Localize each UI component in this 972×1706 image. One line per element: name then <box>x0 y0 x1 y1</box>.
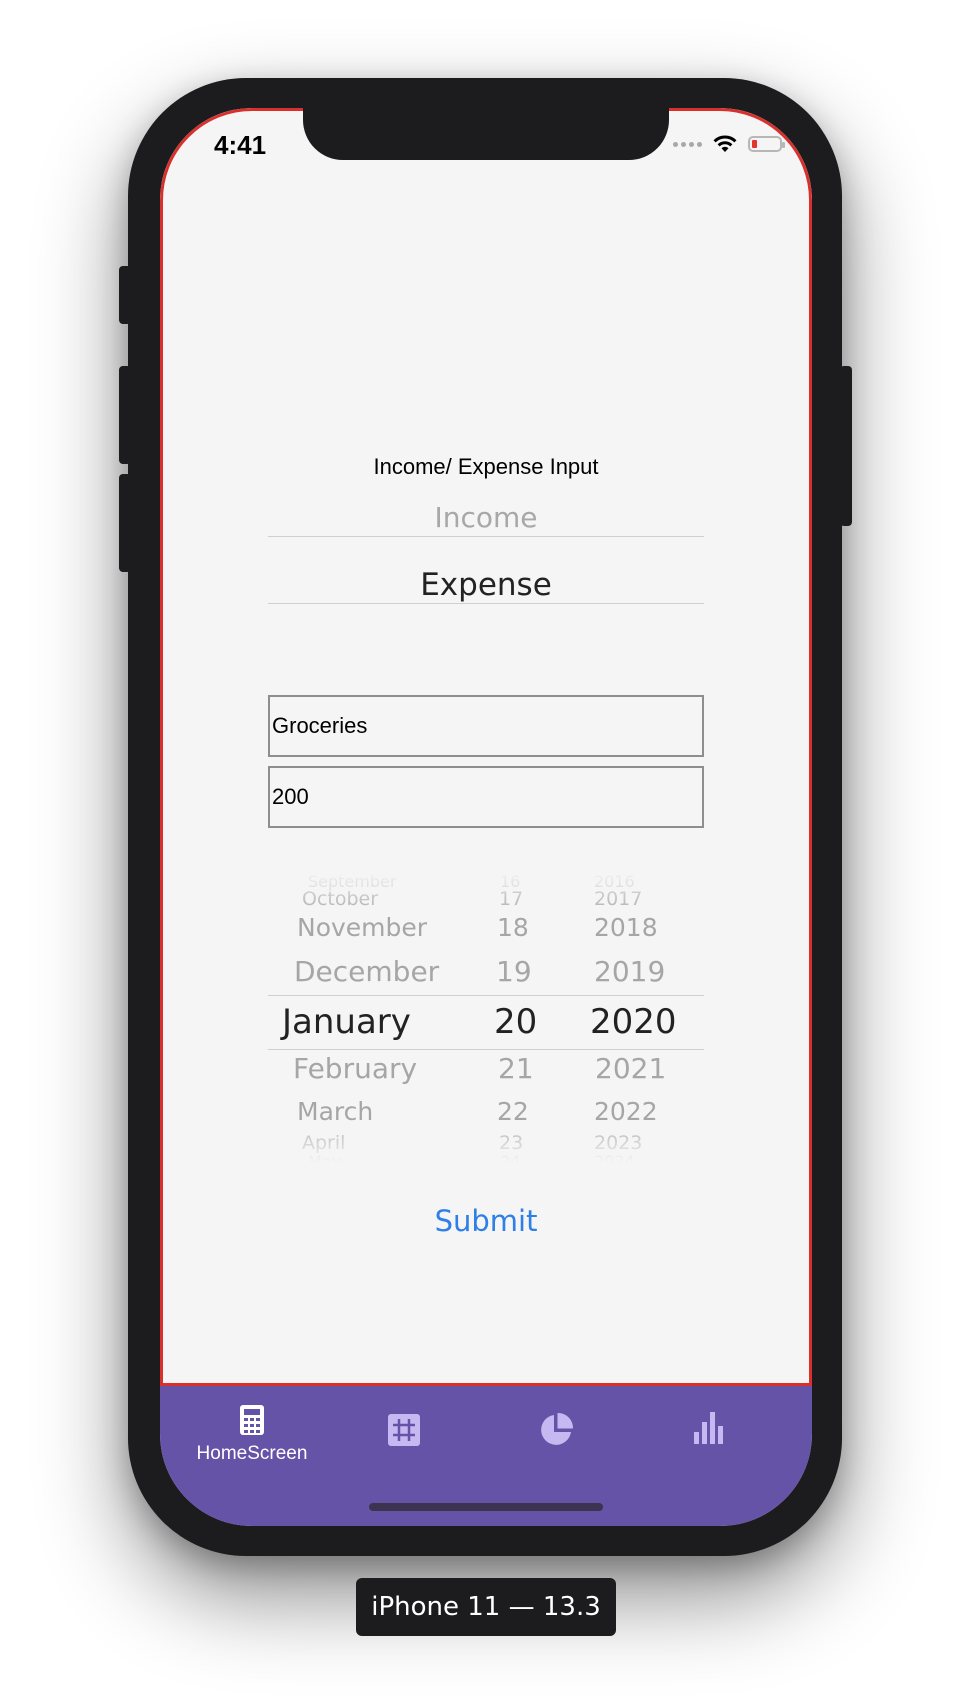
picker-year-item[interactable]: 2018 <box>594 913 658 942</box>
picker-day-item[interactable]: 21 <box>498 1052 534 1085</box>
picker-year-item[interactable]: 2017 <box>594 888 642 910</box>
picker-year-item[interactable]: 2023 <box>594 1132 642 1154</box>
tab-homescreen-label: HomeScreen <box>196 1443 308 1464</box>
picker-month-item[interactable]: December <box>294 955 439 988</box>
submit-button[interactable]: Submit <box>160 1204 812 1238</box>
picker-day-item[interactable]: 19 <box>496 955 532 988</box>
picker-month-item[interactable]: October <box>302 888 378 910</box>
home-indicator[interactable] <box>369 1503 603 1511</box>
status-time: 4:41 <box>214 130 267 160</box>
picker-day-item[interactable]: 22 <box>497 1097 529 1126</box>
tab-grid[interactable] <box>334 1414 474 1451</box>
cellular-signal-icon <box>673 141 702 147</box>
bar-chart-icon <box>694 1412 723 1444</box>
wifi-icon <box>713 135 737 152</box>
picker-year-item[interactable]: 2021 <box>595 1052 666 1085</box>
picker-selected-day[interactable]: 20 <box>494 1002 537 1042</box>
battery-icon <box>748 136 785 152</box>
picker-year-item[interactable]: 2019 <box>594 955 665 988</box>
picker-month-item[interactable]: April <box>302 1132 345 1154</box>
mute-switch <box>119 266 131 324</box>
picker-day-item[interactable]: 23 <box>499 1132 523 1154</box>
date-picker[interactable]: September 16 2016 October 17 2017 Novemb… <box>268 868 704 1164</box>
power-button <box>840 366 852 526</box>
picker-month-item[interactable]: March <box>297 1097 373 1126</box>
amount-input[interactable] <box>268 766 704 828</box>
tab-bar-chart[interactable] <box>638 1412 778 1451</box>
tab-homescreen[interactable]: HomeScreen <box>182 1404 322 1465</box>
form-title: Income/ Expense Input <box>373 454 599 479</box>
picker-selected-month[interactable]: January <box>282 1002 411 1042</box>
screen: 4:41 Income/ Expense Input Income Expens… <box>160 108 812 1526</box>
picker-day-item[interactable]: 17 <box>499 888 523 910</box>
volume-up-button <box>119 366 131 464</box>
picker-month-item[interactable]: November <box>297 913 427 942</box>
category-input[interactable] <box>268 695 704 757</box>
picker-month-item[interactable]: February <box>293 1052 417 1085</box>
volume-down-button <box>119 474 131 572</box>
notch <box>303 108 669 160</box>
grid-icon <box>388 1414 420 1446</box>
tab-pie-chart[interactable] <box>486 1412 626 1453</box>
pie-chart-icon <box>541 1412 574 1445</box>
type-option-expense[interactable]: Expense <box>268 554 704 616</box>
picker-day-item[interactable]: 24 <box>500 1152 520 1164</box>
picker-year-item[interactable]: 2024 <box>594 1152 635 1164</box>
picker-selection-line-top <box>268 995 704 996</box>
status-indicators <box>673 134 785 154</box>
picker-year-item[interactable]: 2022 <box>594 1097 658 1126</box>
type-selection-line-bottom <box>268 603 704 604</box>
picker-selected-year[interactable]: 2020 <box>590 1002 677 1042</box>
picker-month-item[interactable]: May <box>308 1152 341 1164</box>
picker-selection-line-bottom <box>268 1049 704 1050</box>
type-selection-line-top <box>268 536 704 537</box>
picker-day-item[interactable]: 18 <box>497 913 529 942</box>
calculator-icon <box>240 1405 264 1435</box>
device-label: iPhone 11 — 13.3 <box>356 1578 616 1636</box>
